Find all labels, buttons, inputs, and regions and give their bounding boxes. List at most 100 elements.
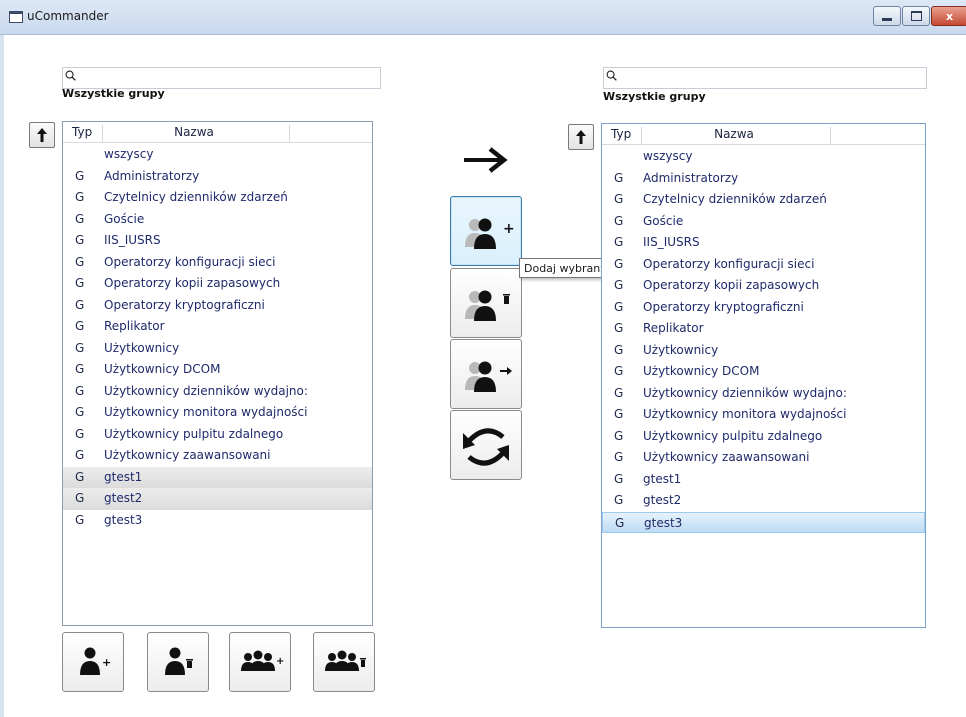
delete-user-button[interactable]: [147, 632, 209, 692]
list-item-type: G: [75, 168, 85, 183]
close-button[interactable]: x: [931, 6, 966, 26]
list-item-name: Operatorzy konfiguracji sieci: [104, 254, 276, 269]
left-up-button[interactable]: [29, 122, 55, 148]
list-item[interactable]: G Operatorzy kopii zapasowych: [63, 273, 372, 295]
list-item[interactable]: G IIS_IUSRS: [602, 232, 925, 254]
list-item-type: G: [615, 515, 625, 530]
app-icon: [9, 11, 23, 23]
list-item[interactable]: G Operatorzy konfiguracji sieci: [602, 254, 925, 276]
search-icon: [65, 70, 76, 81]
list-item-name: Goście: [643, 213, 684, 228]
list-item[interactable]: G Użytkownicy dzienników wydajno:: [63, 381, 372, 403]
right-header-nazwa[interactable]: Nazwa: [638, 127, 831, 144]
list-item-name: gtest3: [644, 515, 683, 530]
minimize-button[interactable]: [873, 6, 901, 26]
list-item[interactable]: G Administratorzy: [63, 166, 372, 188]
list-item[interactable]: G Użytkownicy dzienników wydajno:: [602, 383, 925, 405]
list-item[interactable]: G Administratorzy: [602, 168, 925, 190]
list-item[interactable]: G Czytelnicy dzienników zdarzeń: [63, 187, 372, 209]
right-header-typ[interactable]: Typ: [605, 127, 642, 144]
list-item[interactable]: Ggtest1: [602, 469, 925, 491]
list-item-name: Administratorzy: [104, 168, 200, 183]
right-group-label: Wszystkie grupy: [603, 90, 706, 103]
list-item[interactable]: Ggtest1: [63, 466, 372, 488]
user-add-icon: +: [465, 218, 515, 249]
add-users-to-groups-button[interactable]: +: [450, 196, 522, 266]
list-item-name: Użytkownicy DCOM: [104, 362, 221, 376]
minimize-icon: [882, 17, 892, 21]
move-users-button[interactable]: [450, 339, 522, 409]
list-item[interactable]: G Operatorzy konfiguracji sieci: [63, 252, 372, 274]
list-item-type: G: [614, 364, 624, 378]
svg-text:+: +: [276, 656, 284, 667]
maximize-button[interactable]: [902, 6, 930, 26]
list-item-type: G: [614, 428, 624, 443]
list-item[interactable]: G Użytkownicy: [63, 338, 372, 360]
list-item[interactable]: Ggtest3: [63, 510, 372, 532]
list-item-name: Operatorzy kopii zapasowych: [643, 278, 820, 292]
list-item-type: G: [614, 342, 624, 357]
user-delete-icon: [165, 647, 193, 675]
refresh-icon: [463, 428, 509, 466]
left-header-typ[interactable]: Typ: [66, 125, 103, 142]
list-item[interactable]: wszyscy: [63, 144, 372, 166]
list-item-name: Administratorzy: [643, 170, 739, 185]
svg-text:+: +: [503, 221, 515, 237]
list-item[interactable]: G Użytkownicy monitora wydajności: [63, 402, 372, 424]
list-item[interactable]: G Użytkownicy: [602, 340, 925, 362]
list-item[interactable]: G Replikator: [63, 316, 372, 338]
window-title: uCommander: [27, 9, 109, 23]
list-item[interactable]: G Użytkownicy zaawansowani: [602, 447, 925, 469]
right-groups-list[interactable]: Typ Nazwa wszyscy G Administratorzy G Czytel…: [601, 123, 926, 628]
left-list-header: Typ Nazwa: [63, 122, 372, 143]
left-search-input[interactable]: [62, 67, 381, 89]
remove-users-from-groups-button[interactable]: [450, 268, 522, 338]
maximize-icon: [910, 11, 922, 21]
list-item[interactable]: G IIS_IUSRS: [63, 230, 372, 252]
list-item[interactable]: wszyscy: [602, 146, 925, 168]
list-item-type: G: [614, 192, 624, 206]
list-item-name: Operatorzy kryptograficzni: [643, 299, 804, 314]
list-item[interactable]: G Użytkownicy zaawansowani: [63, 445, 372, 467]
list-item-name: IIS_IUSRS: [104, 233, 161, 247]
refresh-button[interactable]: [450, 410, 522, 480]
list-item[interactable]: G Użytkownicy DCOM: [602, 361, 925, 383]
list-item[interactable]: Ggtest2: [602, 490, 925, 512]
delete-group-button[interactable]: [313, 632, 375, 692]
left-header-nazwa[interactable]: Nazwa: [99, 125, 290, 142]
window-left-border: [0, 34, 4, 717]
list-item[interactable]: G Użytkownicy DCOM: [63, 359, 372, 381]
list-item[interactable]: G Goście: [602, 211, 925, 233]
list-item[interactable]: G Użytkownicy monitora wydajności: [602, 404, 925, 426]
arrow-up-icon: [576, 130, 586, 144]
list-item[interactable]: Ggtest3: [602, 511, 925, 533]
list-item-type: G: [75, 297, 85, 312]
list-item-type: G: [614, 278, 624, 292]
list-item-type: G: [614, 407, 624, 421]
list-item[interactable]: G Użytkownicy pulpitu zdalnego: [602, 426, 925, 448]
list-item-type: G: [75, 319, 85, 333]
list-item-type: G: [75, 254, 85, 269]
list-item[interactable]: G Operatorzy kryptograficzni: [63, 295, 372, 317]
list-item[interactable]: G Operatorzy kryptograficzni: [602, 297, 925, 319]
list-item[interactable]: G Użytkownicy pulpitu zdalnego: [63, 424, 372, 446]
add-user-button[interactable]: +: [62, 632, 124, 692]
list-item[interactable]: G Czytelnicy dzienników zdarzeń: [602, 189, 925, 211]
list-item-type: G: [614, 450, 624, 464]
list-item-name: gtest2: [643, 493, 682, 507]
right-search-input[interactable]: [603, 67, 927, 89]
list-item[interactable]: G Operatorzy kopii zapasowych: [602, 275, 925, 297]
list-item-type: G: [75, 233, 85, 247]
add-group-button[interactable]: +: [229, 632, 291, 692]
list-item[interactable]: G Replikator: [602, 318, 925, 340]
list-item[interactable]: G Goście: [63, 209, 372, 231]
list-item-type: G: [75, 190, 85, 204]
list-item-type: G: [614, 256, 624, 271]
list-item[interactable]: Ggtest2: [63, 488, 372, 510]
list-item-name: Użytkownicy dzienników wydajno:: [643, 385, 847, 400]
list-item-name: Goście: [104, 211, 145, 226]
group-add-icon: +: [241, 650, 284, 671]
list-item-type: G: [614, 170, 624, 185]
left-groups-list[interactable]: Typ Nazwa wszyscy G Administratorzy G Czytel…: [62, 121, 373, 626]
right-up-button[interactable]: [568, 124, 594, 150]
